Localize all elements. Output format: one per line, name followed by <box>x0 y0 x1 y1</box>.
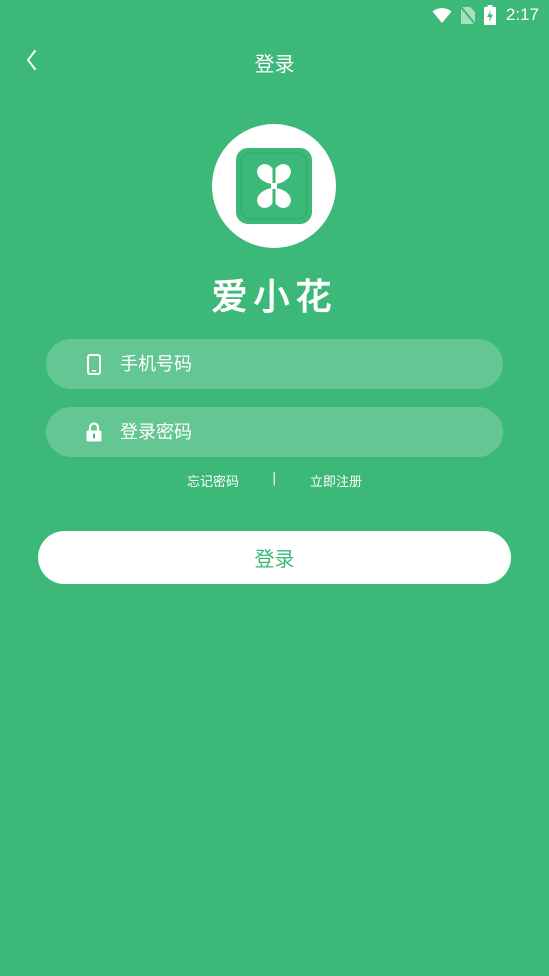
nav-bar: 登录 <box>0 40 549 80</box>
no-sim-icon <box>460 5 476 25</box>
wifi-icon <box>432 6 452 24</box>
login-button[interactable]: 登录 <box>38 531 511 584</box>
app-logo <box>212 124 336 248</box>
battery-charging-icon <box>483 5 496 25</box>
lock-icon <box>83 420 105 444</box>
auth-links: 忘记密码 | 立即注册 <box>0 471 549 491</box>
phone-icon <box>83 352 105 376</box>
link-divider: | <box>272 471 277 486</box>
status-time: 2:17 <box>505 5 539 24</box>
status-bar: 2:17 <box>0 0 549 30</box>
status-icons: 2:17 <box>432 4 539 26</box>
password-input[interactable] <box>120 412 503 452</box>
page-title: 登录 <box>254 52 295 76</box>
register-link[interactable]: 立即注册 <box>310 471 362 490</box>
phone-field[interactable] <box>46 339 503 389</box>
app-name: 爱小花 <box>211 277 338 318</box>
password-field[interactable] <box>46 407 503 457</box>
phone-input[interactable] <box>120 344 503 384</box>
forgot-password-link[interactable]: 忘记密码 <box>187 471 239 490</box>
